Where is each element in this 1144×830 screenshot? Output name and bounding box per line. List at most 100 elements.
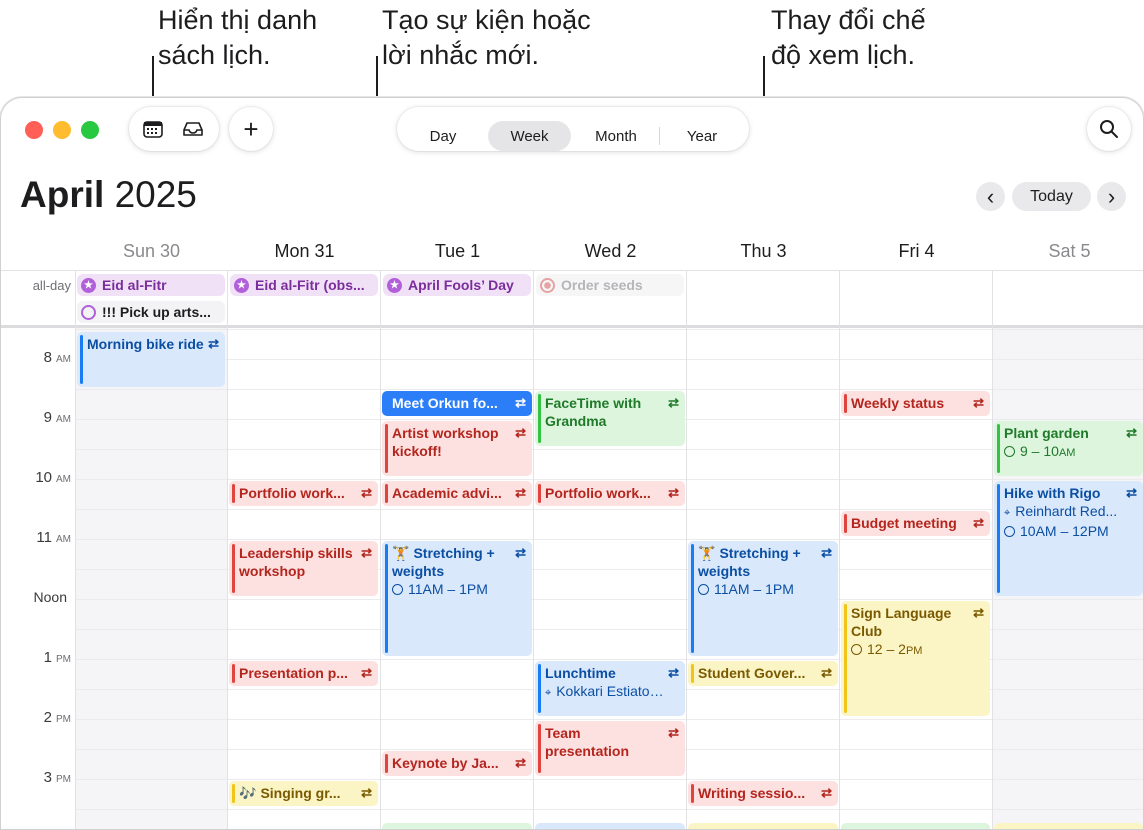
event-stretching-weights[interactable]: 🏋 Stretching + weights 11AM – 1PM ⇄ xyxy=(382,541,532,656)
event-team-presentation[interactable]: Team presentation ⇄ xyxy=(535,721,685,776)
event-title: Leadership skills workshop xyxy=(239,545,353,579)
grid-line xyxy=(992,270,993,829)
callout-change-view: Thay đổi chế độ xem lịch. xyxy=(771,5,926,70)
plus-icon: + xyxy=(243,113,259,144)
hour-label: 1 PM xyxy=(43,649,71,666)
calendar-inbox-group xyxy=(129,107,219,151)
event-title: Meet Orkun fo... xyxy=(392,395,498,411)
reminder-item[interactable]: !!! Pick up arts... xyxy=(77,301,225,323)
view-year-button[interactable]: Year xyxy=(663,121,741,151)
hour-label: Noon xyxy=(33,589,67,605)
event-budget-meeting[interactable]: Budget meeting ⇄ xyxy=(841,511,990,536)
holiday-star-icon: ★ xyxy=(81,277,96,293)
event-title: Lunchtime xyxy=(545,665,616,681)
event-title: Keynote by Ja... xyxy=(392,755,499,771)
repeat-icon: ⇄ xyxy=(361,785,372,800)
repeat-icon: ⇄ xyxy=(973,605,984,620)
search-button[interactable] xyxy=(1087,107,1131,151)
grid-line xyxy=(75,479,1143,480)
repeat-icon: ⇄ xyxy=(515,755,526,770)
event-partial[interactable] xyxy=(382,823,532,829)
event-presentation[interactable]: Presentation p... ⇄ xyxy=(229,661,378,686)
view-month-button[interactable]: Month xyxy=(577,121,655,151)
grid-line xyxy=(75,270,76,829)
event-morning-bike-ride[interactable]: Morning bike ride ⇄ xyxy=(77,332,225,387)
repeat-icon: ⇄ xyxy=(973,395,984,410)
event-leadership-workshop[interactable]: Leadership skills workshop ⇄ xyxy=(229,541,378,596)
allday-event[interactable]: ★ Eid al-Fitr xyxy=(77,274,225,296)
allday-event[interactable]: ★ April Fools’ Day xyxy=(383,274,531,296)
event-title: Portfolio work... xyxy=(239,485,345,501)
add-event-button[interactable]: + xyxy=(229,107,273,151)
event-partial[interactable] xyxy=(688,823,838,829)
calendar-list-icon[interactable] xyxy=(137,115,169,143)
event-stretching-weights[interactable]: 🏋 Stretching + weights 11AM – 1PM ⇄ xyxy=(688,541,838,656)
segment-divider xyxy=(659,127,660,145)
completed-reminder-icon[interactable] xyxy=(540,277,555,293)
event-title: Sign Language Club xyxy=(851,605,952,639)
grid-line xyxy=(75,359,1143,360)
event-weekly-status[interactable]: Weekly status ⇄ xyxy=(841,391,990,416)
repeat-icon: ⇄ xyxy=(515,545,526,560)
event-title: Team presentation xyxy=(545,725,630,759)
event-writing-session[interactable]: Writing sessio... ⇄ xyxy=(688,781,838,806)
hour-label: 3 PM xyxy=(43,769,71,786)
grid-line xyxy=(75,449,1143,450)
previous-week-button[interactable]: ‹ xyxy=(976,182,1005,211)
reminder-checkbox-icon[interactable] xyxy=(81,304,96,320)
repeat-icon: ⇄ xyxy=(515,485,526,500)
grid-line xyxy=(75,329,1143,330)
allday-event[interactable]: ★ Eid al-Fitr (obs... xyxy=(230,274,378,296)
grid-line xyxy=(75,509,1143,510)
event-portfolio-work[interactable]: Portfolio work... ⇄ xyxy=(229,481,378,506)
grid-line xyxy=(533,270,534,829)
event-singing-group[interactable]: 🎶 Singing gr... ⇄ xyxy=(229,781,378,806)
event-hike-with-rigo[interactable]: Hike with Rigo ⌖ Reinhardt Red... 10AM – … xyxy=(994,481,1143,596)
event-title: Morning bike ride xyxy=(87,336,204,352)
minimize-window-button[interactable] xyxy=(53,121,71,139)
month-name: April xyxy=(20,174,105,215)
event-title: Plant garden xyxy=(1004,425,1089,441)
grid-line xyxy=(75,389,1143,390)
event-title: Student Gover... xyxy=(698,665,806,681)
event-time: 11AM – 1PM xyxy=(698,580,818,598)
event-partial[interactable] xyxy=(535,823,685,829)
event-title: 🏋 Stretching + weights xyxy=(698,545,801,579)
view-week-button[interactable]: Week xyxy=(488,121,571,151)
event-academic-advising[interactable]: Academic advi... ⇄ xyxy=(382,481,532,506)
event-partial[interactable] xyxy=(841,823,990,829)
day-header: Fri 4 xyxy=(898,241,935,261)
event-title: Portfolio work... xyxy=(545,485,651,501)
event-lunchtime[interactable]: Lunchtime ⌖ Kokkari Estiatorio ⇄ xyxy=(535,661,685,716)
view-day-button[interactable]: Day xyxy=(405,121,481,151)
reminder-item[interactable]: Order seeds xyxy=(536,274,684,296)
zoom-window-button[interactable] xyxy=(81,121,99,139)
event-sign-language-club[interactable]: Sign Language Club 12 – 2PM ⇄ xyxy=(841,601,990,716)
event-partial[interactable] xyxy=(994,823,1143,829)
next-week-button[interactable]: › xyxy=(1097,182,1126,211)
event-keynote[interactable]: Keynote by Ja... ⇄ xyxy=(382,751,532,776)
inbox-icon[interactable] xyxy=(177,115,209,143)
event-time: 9 – 10AM xyxy=(1004,442,1123,462)
event-title: Presentation p... xyxy=(239,665,348,681)
weightlifting-icon: 🏋 xyxy=(698,545,716,561)
event-facetime-grandma[interactable]: FaceTime with Grandma ⇄ xyxy=(535,391,685,446)
grid-line xyxy=(75,539,1143,540)
repeat-icon: ⇄ xyxy=(668,485,679,500)
event-meet-orkun[interactable]: Meet Orkun fo... ⇄ xyxy=(382,391,532,416)
event-artist-workshop[interactable]: Artist workshop kickoff! ⇄ xyxy=(382,421,532,476)
day-header: Wed 2 xyxy=(584,241,637,261)
event-student-government[interactable]: Student Gover... ⇄ xyxy=(688,661,838,686)
repeat-icon: ⇄ xyxy=(1126,485,1137,500)
event-title: FaceTime with Grandma xyxy=(545,395,642,429)
event-title: Budget meeting xyxy=(851,515,957,531)
event-plant-garden[interactable]: Plant garden 9 – 10AM ⇄ xyxy=(994,421,1143,476)
repeat-icon: ⇄ xyxy=(973,515,984,530)
event-portfolio-work[interactable]: Portfolio work... ⇄ xyxy=(535,481,685,506)
close-window-button[interactable] xyxy=(25,121,43,139)
location-pin-icon: ⌖ xyxy=(545,687,552,699)
today-button[interactable]: Today xyxy=(1012,182,1091,211)
grid-line xyxy=(75,599,1143,600)
repeat-icon: ⇄ xyxy=(515,395,526,410)
repeat-icon: ⇄ xyxy=(668,665,679,680)
